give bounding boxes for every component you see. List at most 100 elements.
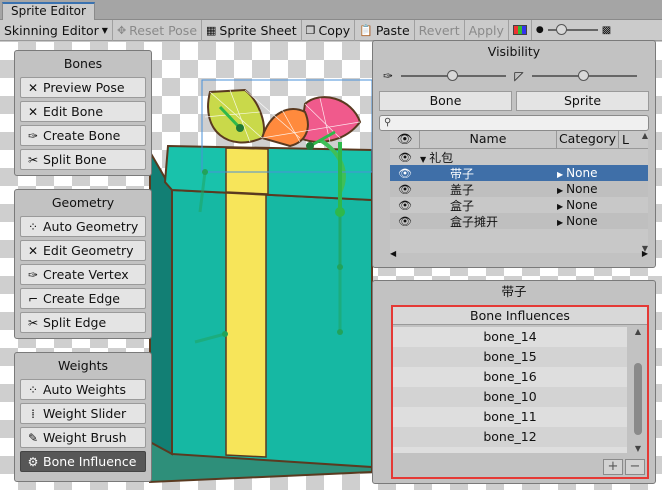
eye-icon[interactable]: 👁 [390,151,420,164]
visibility-search-input[interactable]: ⚲ [379,115,649,131]
edit-bone-icon: ✕ [27,104,39,119]
auto-geometry-icon: ⁘ [27,219,39,234]
paste-button[interactable]: 📋 Paste [355,19,415,41]
split-bone-button[interactable]: ✂ Split Bone [20,149,146,170]
auto-weights-button[interactable]: ⁘ Auto Weights [20,379,146,400]
mesh-opacity-icon: ◸ [514,69,524,83]
geometry-panel-title: Geometry [51,195,115,210]
create-edge-button[interactable]: ⌐ Create Edge [20,288,146,309]
bone-influence-button[interactable]: ⚙ Bone Influence [20,451,146,472]
list-item[interactable]: bone_14 [393,327,627,347]
eye-icon[interactable]: 👁 [390,183,420,196]
sprite-sheet-button[interactable]: ▦ Sprite Sheet [202,19,302,41]
mode-dropdown[interactable]: Skinning Editor ▼ [0,19,113,41]
checker-icon: ▩ [601,24,612,36]
list-item[interactable]: bone_16 [393,367,627,387]
mesh-opacity-slider[interactable] [531,70,638,81]
eye-icon[interactable]: 👁 [390,167,420,180]
copy-button[interactable]: ❐ Copy [302,19,356,41]
revert-button[interactable]: Revert [415,19,465,41]
auto-geometry-button[interactable]: ⁘ Auto Geometry [20,216,146,237]
mesh-opacity-knob[interactable] [578,70,589,81]
tree-row[interactable]: 👁 ▼ 礼包 [390,149,648,165]
list-item[interactable]: bone_10 [393,387,627,407]
edit-geometry-button[interactable]: ✕ Edit Geometry [20,240,146,261]
visibility-panel-title: Visibility [487,44,541,59]
apply-button[interactable]: Apply [465,19,509,41]
bone-list-buttons: + − [601,459,645,475]
brightness-slider[interactable] [547,24,598,35]
sprite-sheet-icon: ▦ [206,23,217,37]
weight-brush-icon: ✎ [27,430,39,445]
copy-label: Copy [318,22,351,38]
reset-pose-icon: ✥ [116,23,127,37]
tree-row[interactable]: 👁 盒子 ▶ None [390,197,648,213]
tree-row[interactable]: 👁 盖子 ▶ None [390,181,648,197]
reset-pose-button[interactable]: ✥ Reset Pose [113,19,203,41]
list-item[interactable]: bone_15 [393,347,627,367]
bone-opacity-slider[interactable] [401,70,507,81]
window-title-bar: Sprite Editor [0,0,662,20]
visibility-column-header[interactable]: 👁 [390,131,420,148]
auto-weights-icon: ⁘ [27,382,39,397]
category-triangle-icon[interactable]: ▶ [557,170,563,179]
edit-bone-label: Edit Bone [43,104,104,119]
preview-pose-icon: ✕ [27,80,39,95]
tree-row-name: 礼包 [429,150,454,165]
tab-sprite[interactable]: Sprite [516,91,649,111]
eye-icon[interactable]: 👁 [390,215,420,228]
bone-list-scrollbar[interactable]: ▲ ▼ [632,327,644,453]
tree-row-name: 带子 [450,166,475,181]
create-vertex-label: Create Vertex [43,267,129,282]
list-item[interactable]: bone_11 [393,407,627,427]
paste-label: Paste [375,22,410,38]
revert-label: Revert [418,22,460,38]
visibility-panel: Visibility ✑ ◸ Bone Sprite ⚲ 👁 Name Cate… [372,40,656,268]
scroll-up-icon[interactable]: ▲ [639,131,651,140]
sprite-tree: 👁 Name Category L 👁 ▼ 礼包 👁 带子 ▶ None 👁 盖子 … [390,131,648,253]
category-triangle-icon[interactable]: ▶ [557,202,563,211]
weight-slider-label: Weight Slider [43,406,127,421]
bone-opacity-icon: ✑ [383,69,394,83]
eye-icon: 👁 [396,131,413,146]
category-column-header[interactable]: Category [557,131,619,148]
tree-row-name: 盒子 [450,198,475,213]
eye-icon[interactable]: 👁 [390,199,420,212]
expand-triangle-icon[interactable]: ▼ [420,155,426,164]
preview-pose-label: Preview Pose [43,80,125,95]
tab-bone[interactable]: Bone [379,91,512,111]
split-edge-button[interactable]: ✂ Split Edge [20,312,146,333]
brightness-slider-knob[interactable] [555,24,567,35]
weight-brush-button[interactable]: ✎ Weight Brush [20,427,146,448]
color-icon [512,25,527,35]
window-title-tab[interactable]: Sprite Editor [2,2,95,20]
bone-list-scroll-thumb[interactable] [634,363,642,435]
edit-geometry-icon: ✕ [27,243,39,258]
create-bone-button[interactable]: ✑ Create Bone [20,125,146,146]
scroll-down-icon[interactable]: ▼ [632,444,644,453]
mode-dropdown-label: Skinning Editor [4,22,99,38]
scroll-up-icon[interactable]: ▲ [632,327,644,336]
color-toggle-button[interactable] [509,19,532,41]
bones-panel: Bones ✕ Preview Pose ✕ Edit Bone ✑ Create B… [14,50,152,176]
copy-icon: ❐ [305,23,316,37]
category-triangle-icon[interactable]: ▶ [557,186,563,195]
list-item[interactable]: bone_12 [393,427,627,447]
create-vertex-button[interactable]: ✑ Create Vertex [20,264,146,285]
remove-bone-button[interactable]: − [625,459,645,475]
tree-row[interactable]: 👁 带子 ▶ None [390,165,648,181]
scroll-right-icon[interactable]: ▶ [642,249,648,258]
tree-row[interactable]: 👁 盒子摊开 ▶ None [390,213,648,229]
weights-panel: Weights ⁘ Auto Weights ⁞ Weight Slider ✎ We… [14,352,152,482]
tree-horizontal-scrollbar[interactable]: ◀ ▶ [390,249,648,261]
bone-opacity-knob[interactable] [447,70,459,81]
tree-vertical-scrollbar[interactable]: ▲ ▼ [639,131,651,253]
scroll-left-icon[interactable]: ◀ [390,249,396,258]
category-triangle-icon[interactable]: ▶ [557,218,563,227]
edit-bone-button[interactable]: ✕ Edit Bone [20,101,146,122]
extra-column-header[interactable]: L [619,132,629,147]
weight-slider-button[interactable]: ⁞ Weight Slider [20,403,146,424]
preview-pose-button[interactable]: ✕ Preview Pose [20,77,146,98]
add-bone-button[interactable]: + [603,459,623,475]
name-column-header[interactable]: Name [420,131,557,148]
